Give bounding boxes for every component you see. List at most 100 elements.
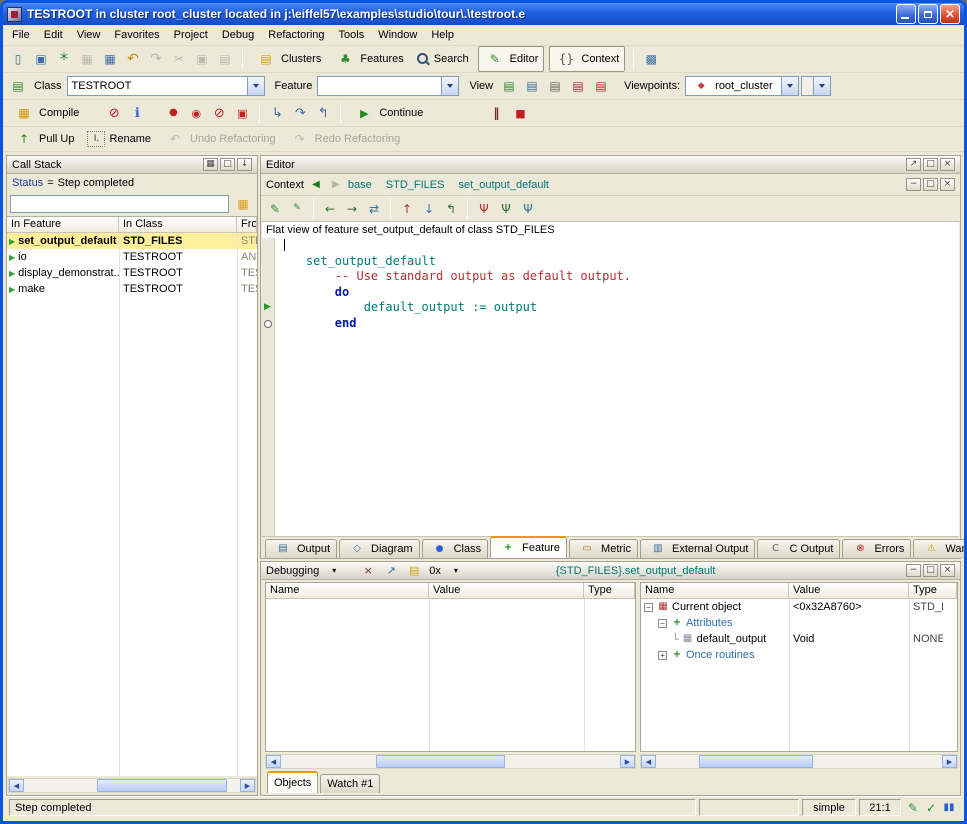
menu-window[interactable]: Window xyxy=(371,26,424,44)
float-call-stack-button[interactable]: □ xyxy=(220,158,235,171)
ignore-breakpoints-icon[interactable]: ⊘ xyxy=(103,102,125,124)
redo-refactoring-button[interactable]: ↷Redo Refactoring xyxy=(283,126,407,152)
contract-view-icon[interactable]: ▤ xyxy=(567,75,589,97)
close-debug-tool-icon[interactable]: × xyxy=(357,560,379,582)
search-button[interactable]: Search xyxy=(411,51,475,68)
undo-refactoring-button[interactable]: ↶Undo Refactoring xyxy=(158,126,282,152)
feature-assigners-icon[interactable]: ⇄ xyxy=(364,199,384,219)
objects-column-type[interactable]: Type xyxy=(909,583,957,599)
undo-icon[interactable]: ↶ xyxy=(122,48,144,70)
watch-column-name[interactable]: Name xyxy=(266,583,429,599)
tab-watch-1[interactable]: Watch #1 xyxy=(320,774,380,793)
clusters-button[interactable]: ▤Clusters xyxy=(249,46,327,72)
edit-feature-icon[interactable]: ✎ xyxy=(265,199,285,219)
basic-text-view-icon[interactable]: ▤ xyxy=(498,75,520,97)
editor-body[interactable]: Flat view of feature set_output_default … xyxy=(262,222,959,536)
objects-hscrollbar[interactable]: ◀ ▶ xyxy=(640,754,958,769)
flat-view-icon[interactable]: ▤ xyxy=(544,75,566,97)
menu-file[interactable]: File xyxy=(5,26,37,44)
save-all-icon[interactable]: ▦ xyxy=(99,48,121,70)
expand-icon[interactable]: + xyxy=(658,651,667,660)
suppliers-tree-icon[interactable]: Ψ xyxy=(518,199,538,219)
save-call-stack-button[interactable]: ▦ xyxy=(203,158,218,171)
tab-external-output[interactable]: ▥External Output xyxy=(640,539,755,558)
breadcrumb-feature[interactable]: set_output_default xyxy=(458,179,549,191)
context-back-button[interactable]: ◀ xyxy=(308,179,324,190)
compile-button[interactable]: ▦ Compile xyxy=(7,100,85,126)
float-editor-button[interactable]: ↗ xyxy=(906,158,921,171)
hex-dropdown-icon[interactable]: ▾ xyxy=(445,560,467,582)
feature-callers-icon[interactable]: ← xyxy=(320,199,340,219)
objects-column-name[interactable]: Name xyxy=(641,583,789,599)
open-in-new-editor-icon[interactable]: ✎ xyxy=(287,199,307,219)
scroll-right-icon[interactable]: ▶ xyxy=(942,755,957,768)
tab-metric[interactable]: ▭Metric xyxy=(569,539,638,558)
watch-column-value[interactable]: Value xyxy=(429,583,584,599)
menu-favorites[interactable]: Favorites xyxy=(107,26,166,44)
rename-button[interactable]: I.Rename xyxy=(81,129,157,149)
breadcrumb-class[interactable]: STD_FILES xyxy=(386,179,445,191)
save-icon[interactable]: ▦ xyxy=(76,48,98,70)
paste-icon[interactable]: ▤ xyxy=(214,48,236,70)
watch-hscrollbar[interactable]: ◀ ▶ xyxy=(265,754,636,769)
menu-project[interactable]: Project xyxy=(167,26,215,44)
close-window-button[interactable] xyxy=(940,4,960,24)
minimize-window-button[interactable] xyxy=(896,4,916,24)
tab-feature[interactable]: +Feature xyxy=(490,536,567,558)
tab-errors[interactable]: ⊗Errors xyxy=(842,539,911,558)
step-over-icon[interactable]: ↷ xyxy=(289,102,311,124)
remove-breakpoints-icon[interactable]: ⊘ xyxy=(208,102,230,124)
context-forward-button[interactable]: ▶ xyxy=(328,179,344,190)
stack-depth-icon[interactable]: ▦ xyxy=(232,193,254,215)
scroll-left-icon[interactable]: ◀ xyxy=(266,755,281,768)
copy-icon[interactable]: ▣ xyxy=(191,48,213,70)
tab-c-output[interactable]: CC Output xyxy=(757,539,840,558)
restore-window-button[interactable] xyxy=(918,4,938,24)
features-button[interactable]: ♣Features xyxy=(328,46,409,72)
maximize-context-button[interactable]: □ xyxy=(923,178,938,191)
close-context-button[interactable]: × xyxy=(940,178,955,191)
objects-column-value[interactable]: Value xyxy=(789,583,909,599)
new-document-icon[interactable]: ▯ xyxy=(7,48,29,70)
feature-combobox-dropdown[interactable] xyxy=(441,77,458,95)
tab-output[interactable]: ▤Output xyxy=(265,539,337,558)
scroll-right-icon[interactable]: ▶ xyxy=(620,755,635,768)
call-stack-row[interactable]: ▶ioTESTROOTANY xyxy=(7,249,257,265)
pause-icon[interactable]: ‖ xyxy=(485,102,507,124)
scroll-left-icon[interactable]: ◀ xyxy=(9,779,24,792)
menu-refactoring[interactable]: Refactoring xyxy=(261,26,331,44)
new-tab-icon[interactable]: * xyxy=(53,48,75,70)
feature-combobox[interactable] xyxy=(317,76,459,96)
minimize-call-stack-button[interactable]: ↓ xyxy=(237,158,252,171)
inheritance-tree-icon[interactable]: Ψ xyxy=(474,199,494,219)
breadcrumb-cluster[interactable]: base xyxy=(348,179,372,191)
scroll-thumb[interactable] xyxy=(97,779,227,792)
class-ancestors-icon[interactable]: ↑ xyxy=(397,199,417,219)
maximize-debug-button[interactable]: □ xyxy=(923,564,938,577)
maximize-editor-button[interactable]: □ xyxy=(923,158,938,171)
disable-breakpoints-icon[interactable]: ◉ xyxy=(185,102,207,124)
interface-view-icon[interactable]: ▤ xyxy=(590,75,612,97)
menu-tools[interactable]: Tools xyxy=(332,26,372,44)
viewpoint-filter-combobox[interactable] xyxy=(801,76,831,96)
open-file-icon[interactable]: ▣ xyxy=(30,48,52,70)
call-stack-row[interactable]: ▶set_output_defaultSTD_FILESSTD_FILES xyxy=(7,233,257,249)
editor-button[interactable]: ✎Editor xyxy=(478,46,545,72)
feature-callees-icon[interactable]: → xyxy=(342,199,362,219)
menu-help[interactable]: Help xyxy=(424,26,461,44)
class-clients-icon[interactable]: ↰ xyxy=(441,199,461,219)
enable-breakpoints-icon[interactable]: ● xyxy=(162,102,184,124)
tab-warnings[interactable]: ⚠Warnings xyxy=(913,539,967,558)
continue-button[interactable]: ▶ Continue xyxy=(347,100,429,126)
viewpoints-combobox-dropdown[interactable] xyxy=(781,77,798,95)
scroll-thumb[interactable] xyxy=(699,755,813,768)
debug-info-icon[interactable]: ℹ xyxy=(126,102,148,124)
minimize-debug-button[interactable]: − xyxy=(906,564,921,577)
expression-icon[interactable]: ▤ xyxy=(403,560,425,582)
clients-tree-icon[interactable]: Ψ xyxy=(496,199,516,219)
scroll-left-icon[interactable]: ◀ xyxy=(641,755,656,768)
diagram-tool-icon[interactable]: ▩ xyxy=(640,48,662,70)
scroll-right-icon[interactable]: ▶ xyxy=(240,779,255,792)
cut-icon[interactable]: ✂ xyxy=(168,48,190,70)
menu-edit[interactable]: Edit xyxy=(37,26,70,44)
